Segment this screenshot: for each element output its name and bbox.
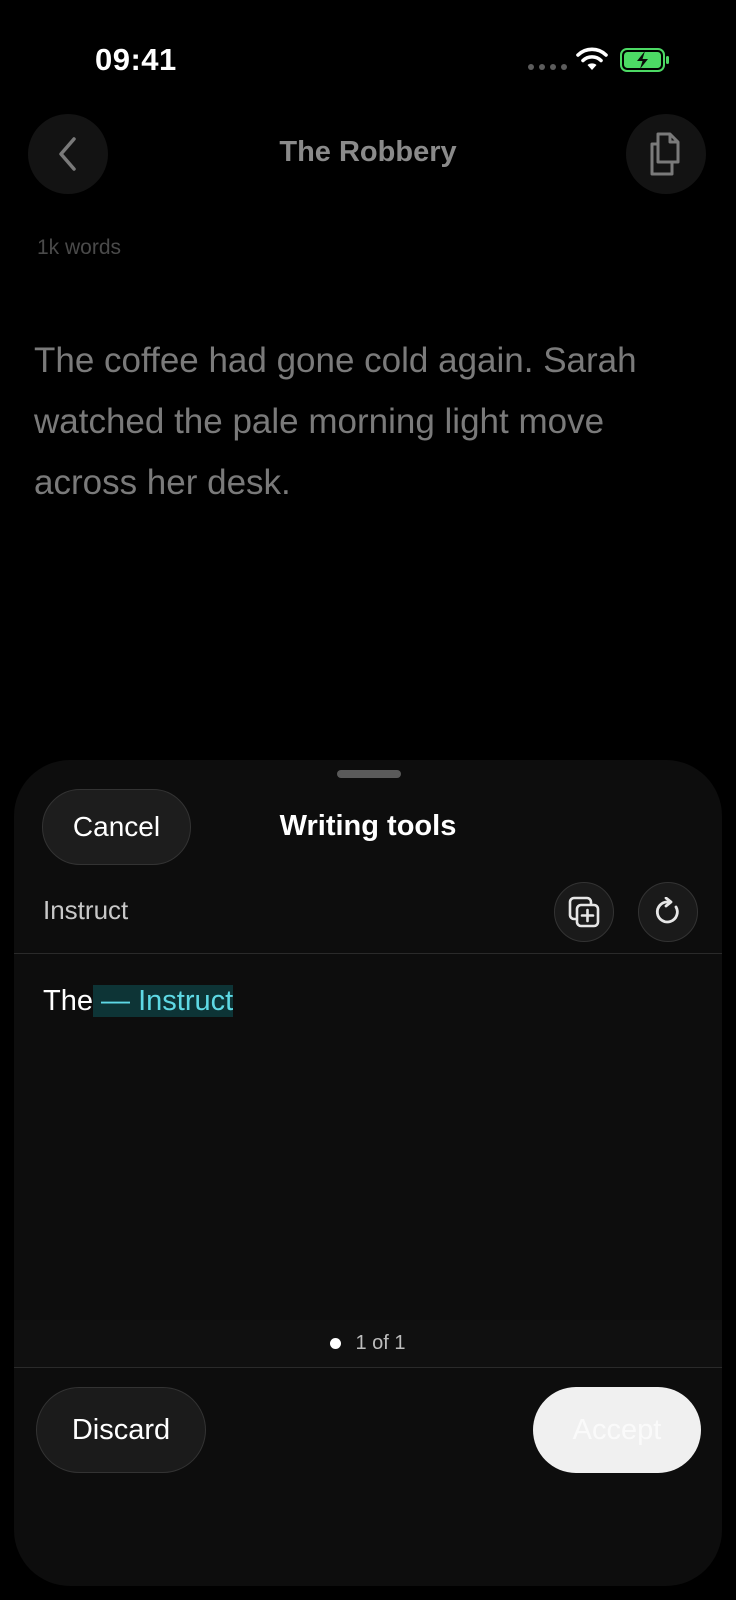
instruct-row: Instruct xyxy=(14,864,722,954)
document-screen: The Robbery 1k words The coffee had gone… xyxy=(0,0,736,760)
copy-button[interactable] xyxy=(626,114,706,194)
result-highlight-text: — Instruct xyxy=(92,985,234,1017)
copy-document-icon xyxy=(650,132,680,176)
result-area[interactable]: The — Instruct xyxy=(14,955,722,1325)
result-pager: 1 of 1 xyxy=(14,1320,722,1368)
sheet-grabber[interactable] xyxy=(337,770,401,778)
refresh-icon xyxy=(656,897,679,924)
result-plain-text: The xyxy=(43,985,93,1017)
accept-button[interactable]: Accept xyxy=(533,1387,701,1473)
pager-dot[interactable] xyxy=(330,1338,342,1349)
writing-tools-sheet: Cancel Writing tools Instruct The — Inst… xyxy=(14,760,722,1586)
word-count: 1k words xyxy=(37,236,122,259)
instruct-label[interactable]: Instruct xyxy=(43,895,128,926)
sheet-title: Writing tools xyxy=(279,810,457,842)
result-text: The — Instruct xyxy=(43,985,234,1018)
pager-text: 1 of 1 xyxy=(355,1332,406,1354)
add-square-icon xyxy=(568,896,600,928)
add-button[interactable] xyxy=(554,882,614,942)
document-body-text[interactable]: The coffee had gone cold again. Sarah wa… xyxy=(34,330,684,513)
discard-button[interactable]: Discard xyxy=(36,1387,206,1473)
refresh-button[interactable] xyxy=(638,882,698,942)
